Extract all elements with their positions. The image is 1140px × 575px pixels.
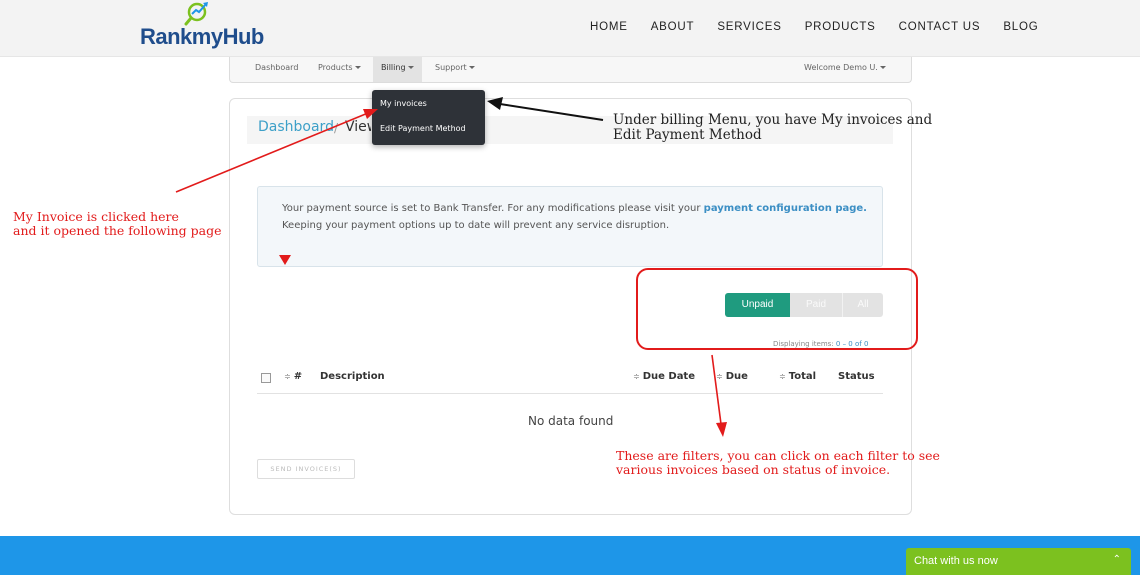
column-total-label: Total — [788, 371, 817, 382]
column-due-date-label: Due Date — [642, 371, 695, 382]
app-nav-products-label: Products — [318, 63, 353, 72]
column-total[interactable]: ≑ Total — [779, 371, 816, 382]
app-nav-products[interactable]: Products — [318, 57, 361, 82]
payment-configuration-link[interactable]: payment configuration page. — [704, 203, 867, 214]
nav-contact-us[interactable]: CONTACT US — [899, 21, 981, 33]
rankmyhub-logo[interactable]: RankmyHub — [140, 1, 280, 53]
logo-wordmark: RankmyHub — [140, 24, 264, 50]
annotation-billing-menu-line-2: Edit Payment Method — [613, 127, 762, 143]
app-nav-dashboard[interactable]: Dashboard — [255, 57, 298, 82]
nav-home[interactable]: HOME — [590, 21, 628, 33]
site-header: RankmyHub HOME ABOUT SERVICES PRODUCTS C… — [0, 0, 1140, 57]
chevron-up-icon[interactable]: ⌃ — [1113, 554, 1121, 565]
logo-word-rank: Rank — [140, 24, 192, 49]
app-nav-dashboard-label: Dashboard — [255, 63, 299, 72]
caret-down-icon — [407, 66, 414, 69]
column-number-label: # — [293, 371, 303, 382]
caret-down-icon — [354, 66, 361, 69]
select-all-checkbox[interactable] — [261, 373, 271, 383]
column-due-date[interactable]: ≑ Due Date — [633, 371, 695, 382]
breadcrumb-current: View — [345, 119, 371, 135]
chat-widget[interactable]: Chat with us now ⌃ — [906, 548, 1131, 575]
column-due-label: Due — [725, 371, 748, 382]
nav-products[interactable]: PRODUCTS — [805, 21, 876, 33]
annotation-billing-menu-line-1: Under billing Menu, you have My invoices… — [613, 112, 933, 128]
column-number[interactable]: ≑ # — [284, 371, 302, 382]
app-nav-billing-label: Billing — [381, 63, 406, 72]
send-invoices-button[interactable]: SEND INVOICE(S) — [257, 459, 355, 479]
payment-info-alert: Your payment source is set to Bank Trans… — [257, 186, 883, 267]
alert-line-1-text: Your payment source is set to Bank Trans… — [282, 203, 704, 214]
sort-icon: ≑ — [284, 372, 291, 381]
column-due[interactable]: ≑ Due — [716, 371, 748, 382]
logo-word-my: my — [191, 24, 223, 49]
invoices-table-header: ≑ # Description ≑ Due Date ≑ Due ≑ Total Sta… — [257, 366, 883, 394]
annotation-filters-line-1: These are filters, you can click on each… — [616, 448, 940, 463]
breadcrumb-separator: / — [334, 121, 339, 135]
main-nav: HOME ABOUT SERVICES PRODUCTS CONTACT US … — [590, 21, 1061, 33]
alert-line-2: Keeping your payment options up to date … — [282, 220, 670, 231]
app-navbar: Dashboard Products Billing Support Welco… — [229, 57, 912, 83]
nav-blog[interactable]: BLOG — [1003, 21, 1038, 33]
logo-word-hub: Hub — [222, 24, 265, 49]
caret-down-icon — [468, 66, 475, 69]
menu-item-my-invoices[interactable]: My invoices — [380, 99, 427, 108]
app-nav-support-label: Support — [435, 63, 467, 72]
triangle-marker-icon — [279, 255, 291, 265]
user-menu-label: Welcome Demo U. — [804, 63, 878, 72]
chat-label: Chat with us now — [914, 555, 998, 567]
alert-line-1: Your payment source is set to Bank Trans… — [282, 203, 867, 214]
nav-about[interactable]: ABOUT — [651, 21, 695, 33]
filters-highlight-box — [636, 268, 918, 350]
app-nav-support[interactable]: Support — [435, 57, 475, 82]
empty-table-message: No data found — [528, 414, 614, 428]
user-menu[interactable]: Welcome Demo U. — [804, 57, 886, 82]
nav-services[interactable]: SERVICES — [717, 21, 781, 33]
annotation-filters-line-2: various invoices based on status of invo… — [616, 462, 891, 477]
sort-icon: ≑ — [716, 372, 723, 381]
menu-item-edit-payment-method[interactable]: Edit Payment Method — [380, 124, 466, 133]
app-nav-billing[interactable]: Billing — [373, 57, 422, 82]
column-description: Description — [320, 371, 385, 382]
breadcrumb-dashboard-link[interactable]: Dashboard — [258, 119, 334, 135]
caret-down-icon — [879, 66, 886, 69]
annotation-invoice-clicked-line-1: My Invoice is clicked here — [13, 209, 179, 224]
sort-icon: ≑ — [633, 372, 640, 381]
sort-icon: ≑ — [779, 372, 786, 381]
annotation-invoice-clicked-line-2: and it opened the following page — [13, 223, 222, 238]
billing-dropdown-menu: My invoices Edit Payment Method — [372, 90, 485, 145]
column-status: Status — [838, 371, 875, 382]
